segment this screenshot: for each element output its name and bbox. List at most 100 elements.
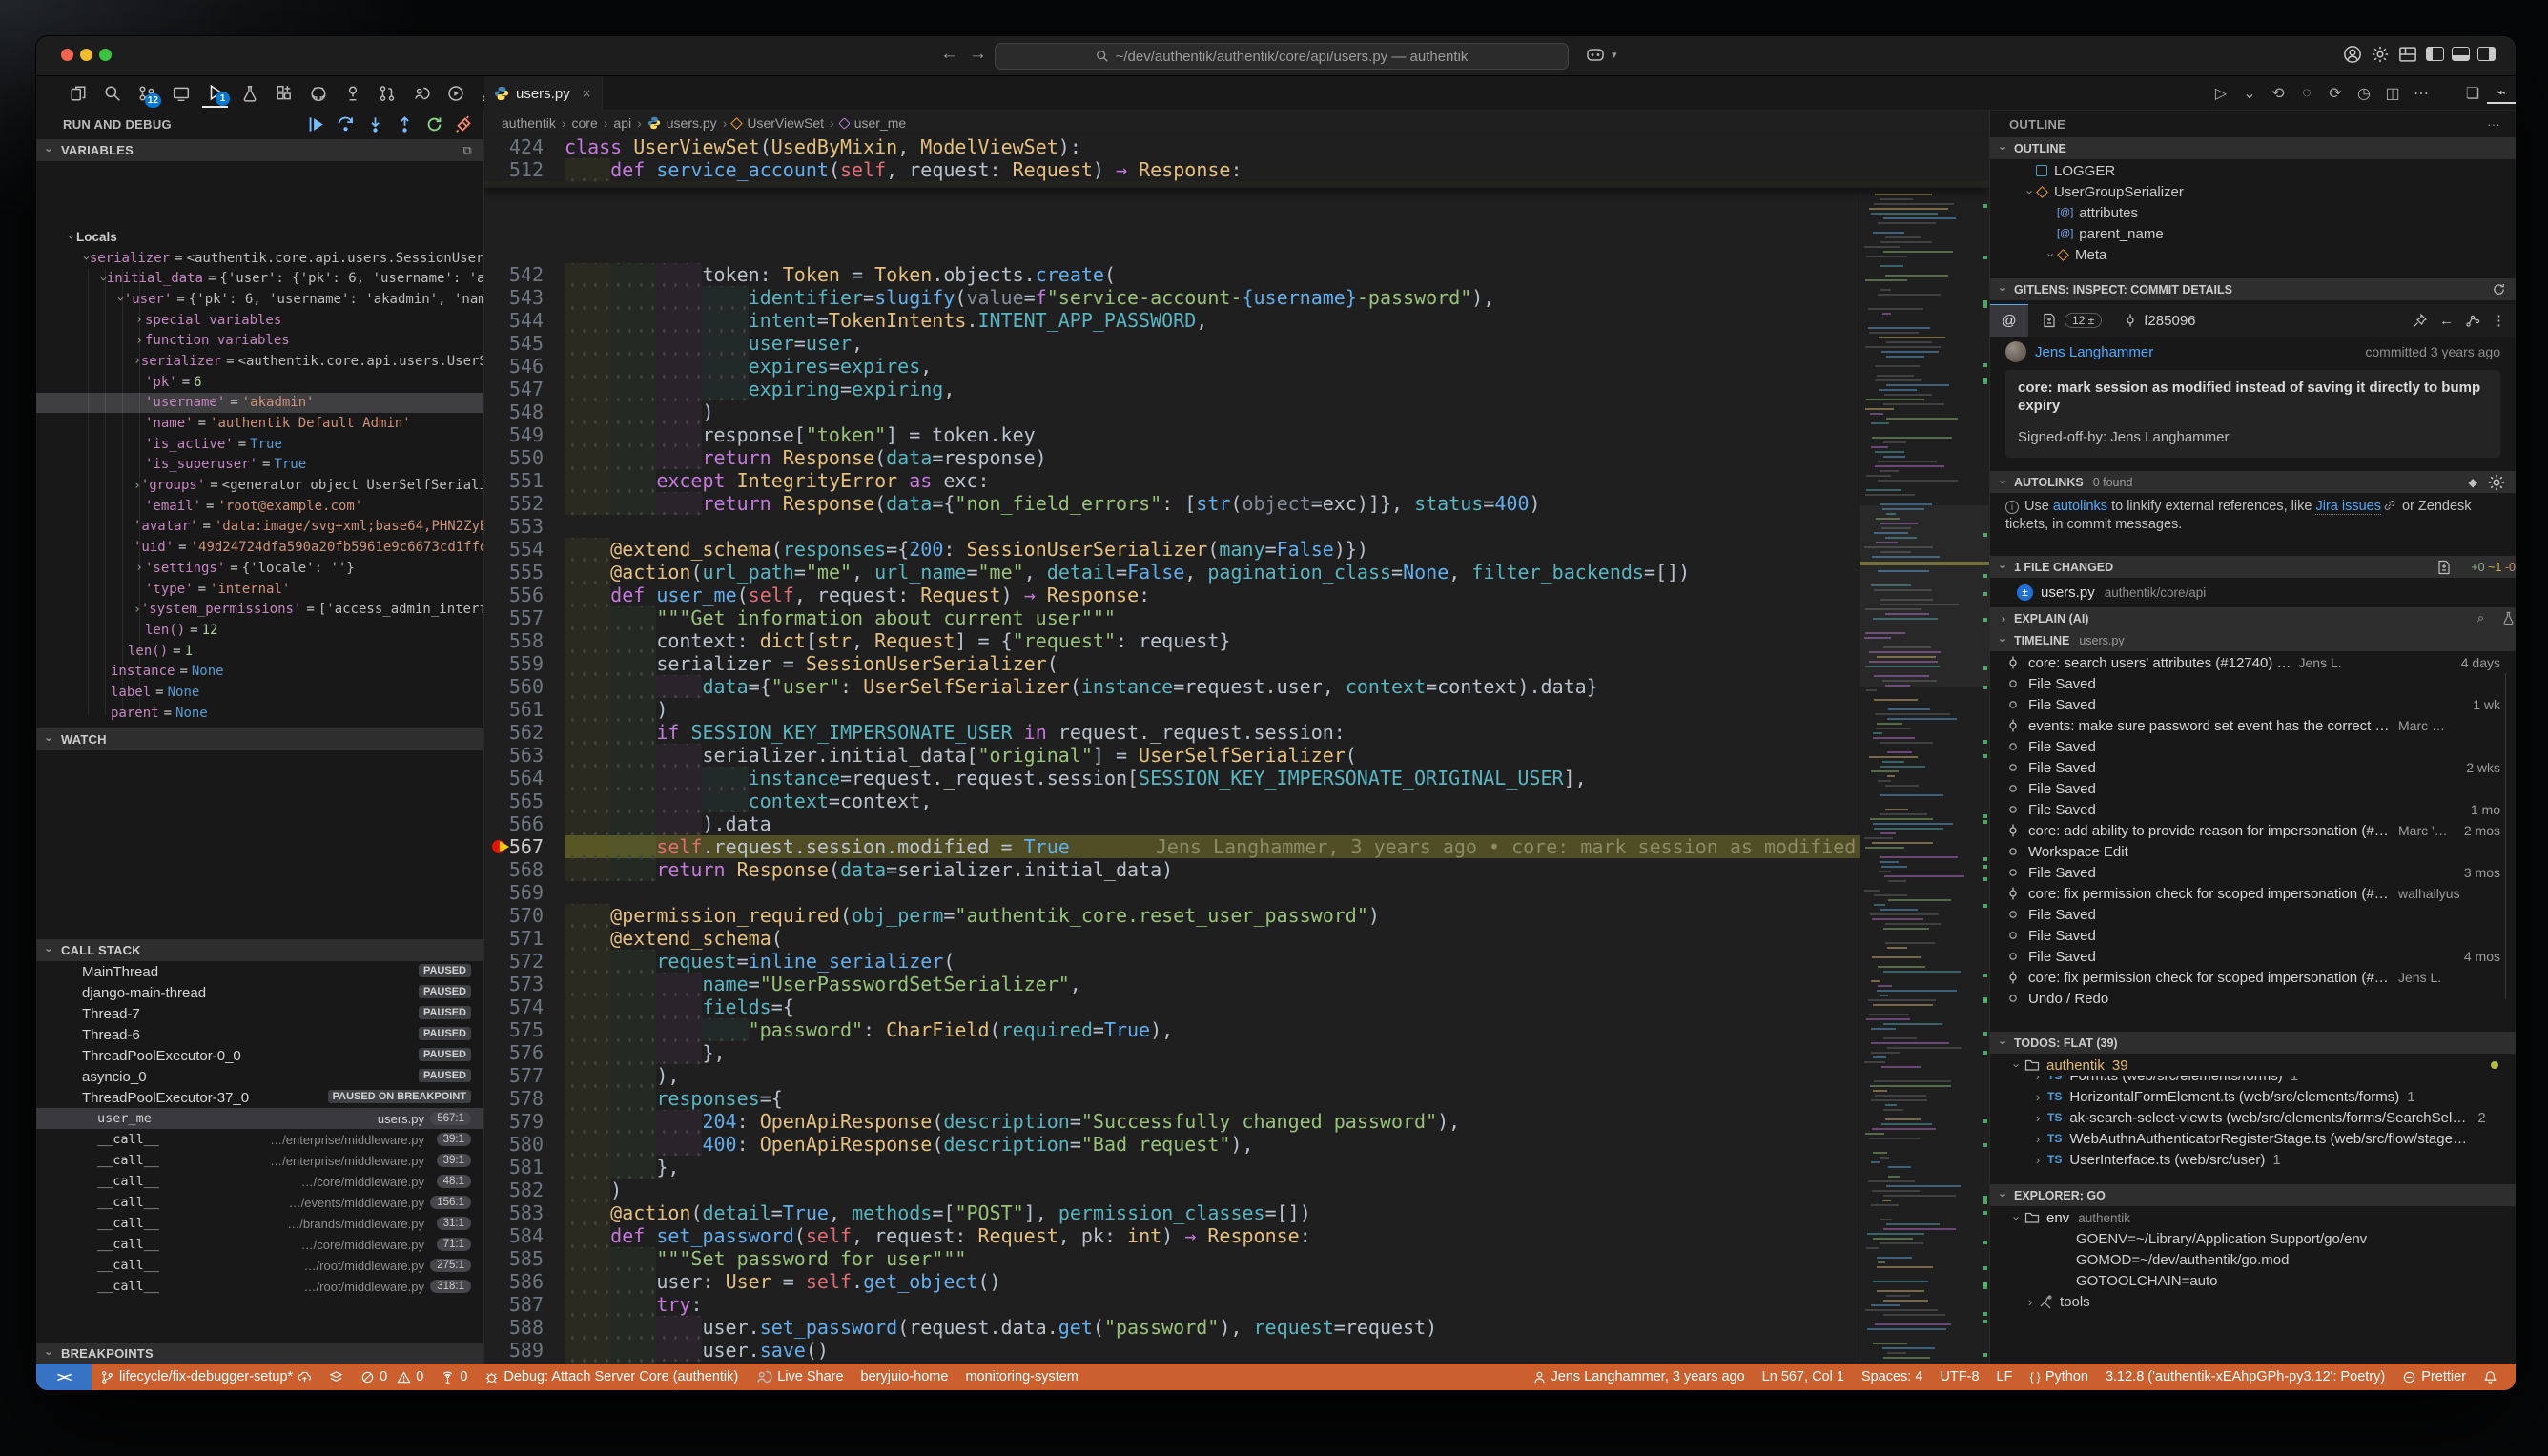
- toggle-primary-sidebar-icon[interactable]: [2426, 47, 2444, 61]
- customize-layout-icon[interactable]: [2398, 45, 2417, 64]
- variable-row[interactable]: ›Locals: [36, 227, 483, 248]
- status-task-beryjuio-home[interactable]: beryjuio-home: [853, 1364, 957, 1390]
- variable-row[interactable]: 'is_superuser'=True: [36, 455, 483, 476]
- code-line[interactable]: 572request=inline_serializer(: [484, 950, 1989, 973]
- call-stack-thread[interactable]: django-main-threadPAUSED: [36, 982, 483, 1003]
- timeline-item[interactable]: File Saved: [2005, 673, 2516, 694]
- extensions-icon[interactable]: [271, 79, 297, 108]
- nav-forward-button[interactable]: →: [969, 44, 987, 65]
- variable-row[interactable]: label=None: [36, 682, 483, 703]
- call-stack-frame[interactable]: __call__…/root/middleware.py318:1: [36, 1276, 483, 1297]
- code-line[interactable]: 544intent=TokenIntents.INTENT_APP_PASSWO…: [484, 309, 1989, 332]
- status-prettier[interactable]: Prettier: [2394, 1364, 2475, 1390]
- timeline-item[interactable]: File Saved: [2005, 925, 2516, 946]
- code-line[interactable]: 559serializer = SessionUserSerializer(: [484, 652, 1989, 675]
- variable-row[interactable]: ›'user'={'pk': 6, 'username': 'akadmin',…: [36, 289, 483, 310]
- breadcrumb-item[interactable]: users.py: [667, 115, 717, 131]
- code-line[interactable]: 564instance=request._request.session[SES…: [484, 767, 1989, 790]
- continue-button[interactable]: [305, 113, 326, 134]
- watch-section-header[interactable]: › WATCH: [36, 728, 483, 750]
- github-icon[interactable]: [305, 79, 331, 108]
- code-line[interactable]: 566).data: [484, 812, 1989, 835]
- variable-row[interactable]: len()=12: [36, 620, 483, 641]
- breadcrumb-item[interactable]: user_me: [854, 115, 906, 131]
- file-changed-section-header[interactable]: ›1 FILE CHANGED+0 ~1 -0: [1990, 556, 2516, 578]
- status-encoding[interactable]: UTF-8: [1931, 1364, 1987, 1390]
- code-line[interactable]: 424class UserViewSet(UsedByMixin, ModelV…: [484, 135, 1989, 158]
- timeline-item[interactable]: Undo / Redo: [2005, 988, 2516, 1009]
- zoom-window-button[interactable]: [99, 49, 112, 61]
- breadcrumb-item[interactable]: api: [613, 115, 631, 131]
- call-stack-frame[interactable]: __call__…/enterprise/middleware.py39:1: [36, 1150, 483, 1171]
- code-line[interactable]: 562if SESSION_KEY_IMPERSONATE_USER in re…: [484, 721, 1989, 744]
- code-line[interactable]: 585"""Set password for user""": [484, 1247, 1989, 1270]
- code-line[interactable]: 543identifier=slugify(value=f"service-ac…: [484, 286, 1989, 309]
- timeline-item[interactable]: File Saved: [2005, 778, 2516, 799]
- timeline-item[interactable]: File Saved: [2005, 904, 2516, 925]
- outline-item[interactable]: [@]parent_name: [2045, 223, 2516, 244]
- todos-section-header[interactable]: ›TODOS: FLAT (39): [1990, 1032, 2516, 1054]
- gitlens-icon[interactable]: [339, 79, 365, 108]
- account-icon[interactable]: [2343, 45, 2362, 64]
- timeline-item[interactable]: File Saved2 wks: [2005, 757, 2516, 778]
- outline-item[interactable]: ›Meta: [2045, 244, 2516, 265]
- code-line[interactable]: 567self.request.session.modified = TrueJ…: [484, 835, 1989, 858]
- commit-author-link[interactable]: Jens Langhammer: [2035, 344, 2153, 360]
- code-line[interactable]: 548): [484, 400, 1989, 423]
- variable-row[interactable]: 'email'='root@example.com': [36, 496, 483, 517]
- code-line[interactable]: 561): [484, 698, 1989, 721]
- code-line[interactable]: 565context=context,: [484, 790, 1989, 812]
- pull-requests-icon[interactable]: [374, 79, 400, 108]
- timeline-item[interactable]: File Saved: [2005, 736, 2516, 757]
- code-line[interactable]: 553: [484, 515, 1989, 538]
- variable-row[interactable]: 'avatar'='data:image/svg+xml;base64,PHN2…: [36, 517, 483, 538]
- call-stack-frame[interactable]: __call__…/enterprise/middleware.py39:1: [36, 1129, 483, 1150]
- code-line[interactable]: 577),: [484, 1064, 1989, 1087]
- breadcrumb-item[interactable]: authentik: [502, 115, 556, 131]
- tab-close-icon[interactable]: ×: [583, 86, 591, 102]
- code-line[interactable]: 582): [484, 1179, 1989, 1201]
- changed-file-row[interactable]: ±users.pyauthentik/core/api: [2017, 582, 2516, 603]
- code-line[interactable]: 586user: User = self.get_object(): [484, 1270, 1989, 1293]
- code-line[interactable]: 551except IntegrityError as exc:: [484, 469, 1989, 492]
- explorer-icon[interactable]: [65, 79, 91, 108]
- gitlens-actions[interactable]: ←⋮: [2413, 312, 2506, 329]
- todo-file-row[interactable]: ›TSUserInterface.ts (web/src/user)1: [1990, 1149, 2516, 1170]
- close-window-button[interactable]: [61, 49, 73, 61]
- tab-users-py[interactable]: users.py ×: [484, 76, 603, 111]
- code-line[interactable]: 563serializer.initial_data["original"] =…: [484, 744, 1989, 767]
- variable-row[interactable]: ›serializer=<authentik.core.api.users.Us…: [36, 351, 483, 372]
- call-stack-thread[interactable]: MainThreadPAUSED: [36, 961, 483, 982]
- gitlens-section-header[interactable]: ›GITLENS: INSPECT: COMMIT DETAILS: [1990, 278, 2516, 300]
- timeline-item[interactable]: core: search users' attributes (#12740) …: [2005, 652, 2516, 673]
- todos-root-row[interactable]: ›authentik39: [2011, 1055, 2516, 1076]
- timeline-item[interactable]: core: add ability to provide reason for …: [2005, 820, 2516, 841]
- timeline-item[interactable]: File Saved3 mos: [2005, 862, 2516, 883]
- code-line[interactable]: 570@permission_required(obj_perm="authen…: [484, 904, 1989, 927]
- gitlens-toolbar[interactable]: @12 ±f285096←⋮: [1990, 304, 2516, 337]
- code-line[interactable]: 555@action(url_path="me", url_name="me",…: [484, 561, 1989, 584]
- outline-item[interactable]: [@]attributes: [2045, 202, 2516, 223]
- code-line[interactable]: 580400: OpenApiResponse(description="Bad…: [484, 1133, 1989, 1156]
- code-line[interactable]: 571@extend_schema(: [484, 927, 1989, 950]
- source-control-icon[interactable]: 12: [134, 79, 159, 108]
- call-stack-thread[interactable]: ThreadPoolExecutor-0_0PAUSED: [36, 1045, 483, 1066]
- code-line[interactable]: 587try:: [484, 1293, 1989, 1316]
- record-icon[interactable]: ◌: [2292, 85, 2321, 102]
- variable-row[interactable]: ›initial_data={'user': {'pk': 6, 'userna…: [36, 268, 483, 289]
- breakpoints-section-header[interactable]: › BREAKPOINTS: [36, 1343, 483, 1364]
- status-debug-status[interactable]: Debug: Attach Server Core (authentik): [476, 1364, 747, 1390]
- call-stack-thread[interactable]: asyncio_0PAUSED: [36, 1066, 483, 1087]
- code-line[interactable]: 552return Response(data={"non_field_erro…: [484, 492, 1989, 515]
- call-stack-section-header[interactable]: › CALL STACK: [36, 939, 483, 961]
- copilot-icon[interactable]: [1586, 45, 1605, 64]
- explorer-go-section-header[interactable]: ›EXPLORER: GO: [1990, 1184, 2516, 1206]
- code-line[interactable]: 542token: Token = Token.objects.create(: [484, 263, 1989, 286]
- todo-file-row[interactable]: ›TSWebAuthnAuthenticatorRegisterStage.ts…: [1990, 1128, 2516, 1149]
- testing-icon[interactable]: [236, 79, 262, 108]
- todo-file-row[interactable]: ›TSHorizontalFormElement.ts (web/src/ele…: [1990, 1086, 2516, 1107]
- code-line[interactable]: 584def set_password(self, request: Reque…: [484, 1224, 1989, 1247]
- status-ports[interactable]: 0: [432, 1364, 476, 1390]
- minimize-window-button[interactable]: [80, 49, 92, 61]
- section-actions[interactable]: ⌕: [2477, 611, 2484, 625]
